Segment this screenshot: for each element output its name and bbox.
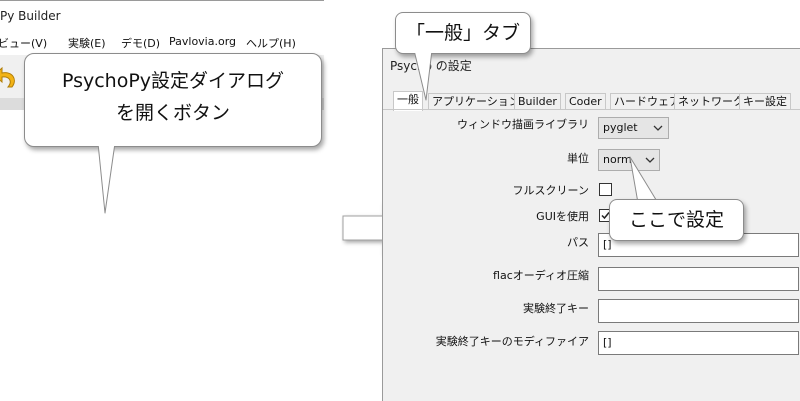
flac-label: flacオーディオ圧縮 [493, 269, 589, 282]
fullscreen-label: フルスクリーン [512, 184, 589, 197]
window-lib-label: ウィンドウ描画ライブラリ [457, 118, 589, 131]
callout-tab-text: 「一般」タブ [405, 22, 520, 44]
window-lib-value: pyglet [603, 121, 638, 134]
menu-experiment[interactable]: 実験(E) [68, 35, 106, 51]
path-label: パス [567, 236, 589, 249]
tab-builder[interactable]: Builder [514, 93, 561, 110]
window-border [0, 0, 324, 1]
window-lib-select[interactable]: pyglet [598, 117, 669, 139]
builder-window-title: Py Builder [0, 9, 61, 23]
chevron-down-icon [653, 125, 663, 131]
tab-hardware[interactable]: ハードウェア [610, 93, 684, 110]
callout-general-tab: 「一般」タブ [395, 12, 531, 54]
preferences-tabs: 一般 アプリケーション Builder Coder ハードウェア ネットワーク … [389, 91, 800, 111]
undo-icon[interactable] [0, 61, 22, 93]
gui-label: GUIを使用 [536, 210, 589, 223]
callout-pointer [413, 50, 433, 101]
flac-input[interactable] [598, 267, 799, 291]
menu-demos[interactable]: デモ(D) [121, 35, 160, 51]
callout-preferences-button: PsychoPy設定ダイアログ を開くボタン [24, 53, 322, 147]
callout-setting-text: ここで設定 [628, 209, 724, 231]
menu-view[interactable]: ビュー(V) [0, 35, 47, 51]
quit-key-label: 実験終了キー [523, 302, 589, 315]
quit-key-modifier-label: 実験終了キーのモディファイア [435, 335, 589, 348]
units-label: 単位 [567, 152, 589, 165]
menu-help[interactable]: ヘルプ(H) [246, 35, 296, 51]
callout-text-line1: PsychoPy設定ダイアログ [61, 70, 285, 92]
builder-menubar: ビュー(V) 実験(E) デモ(D) Pavlovia.org ヘルプ(H) [0, 35, 324, 55]
callout-text-line2: を開くボタン [115, 102, 230, 124]
callout-pointer [97, 143, 117, 214]
quit-key-modifier-input[interactable]: [] [598, 331, 799, 355]
callout-setting-here: ここで設定 [609, 199, 744, 241]
tab-keys[interactable]: キー設定 [739, 93, 791, 110]
tab-coder[interactable]: Coder [565, 93, 606, 110]
tab-application[interactable]: アプリケーション [428, 93, 524, 110]
tab-network[interactable]: ネットワーク [674, 93, 748, 110]
quit-key-modifier-value: [] [603, 336, 612, 349]
quit-key-input[interactable] [598, 299, 799, 323]
callout-pointer [629, 156, 659, 204]
menu-pavlovia[interactable]: Pavlovia.org [169, 35, 236, 48]
tab-baseline [383, 109, 800, 110]
fullscreen-checkbox[interactable] [599, 183, 612, 196]
